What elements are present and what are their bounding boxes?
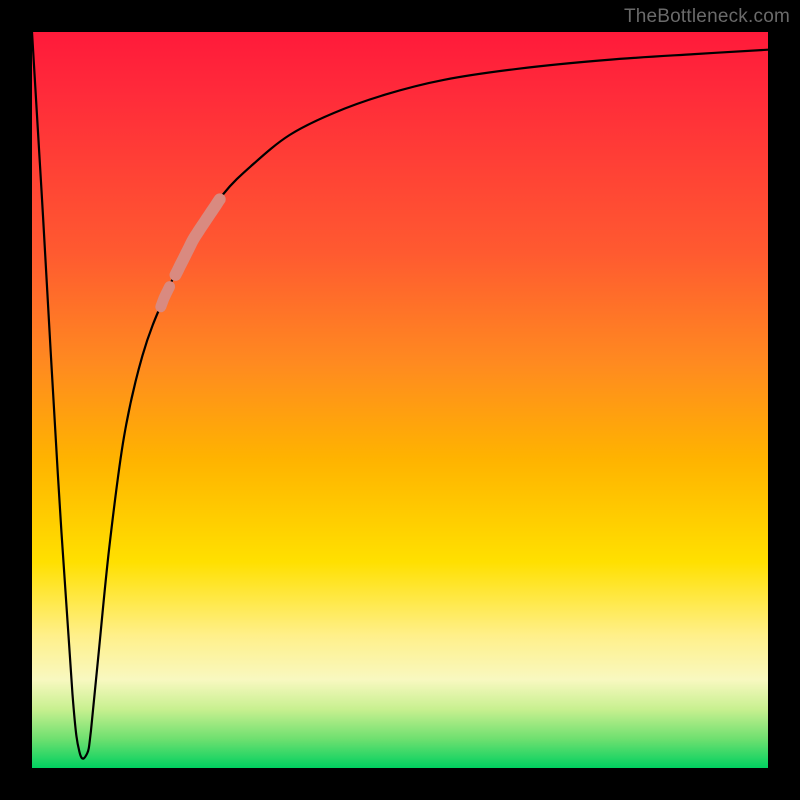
curve-svg xyxy=(32,32,768,768)
chart-frame: TheBottleneck.com xyxy=(0,0,800,800)
highlight-segment-dot xyxy=(161,287,170,307)
watermark-text: TheBottleneck.com xyxy=(624,6,790,28)
bottleneck-curve-line xyxy=(32,32,768,759)
highlight-segment xyxy=(176,199,220,274)
plot-area xyxy=(32,32,768,768)
